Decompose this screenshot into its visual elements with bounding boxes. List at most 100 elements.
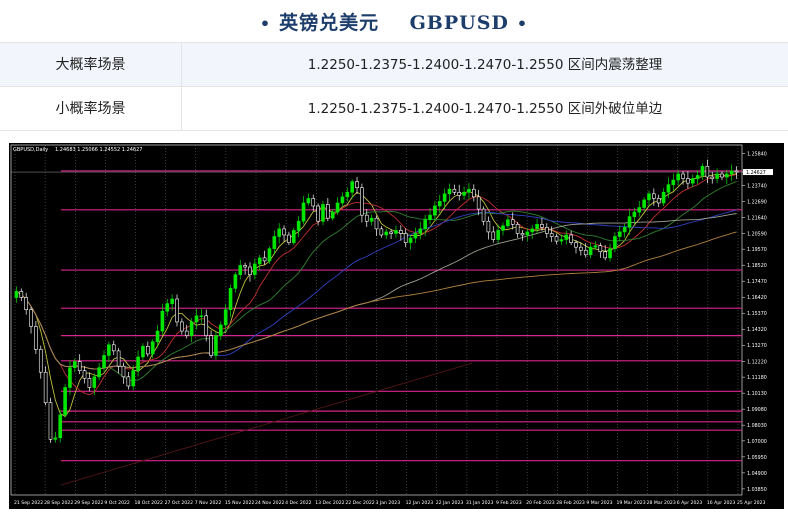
chart-axes: 21 Sep 2022 28 Sep 2022 29 Sep 2022 9 Oct 2… [14, 152, 773, 506]
price-axis-label: 1.03850 [747, 487, 767, 493]
candle-body [199, 315, 204, 317]
candle-body [603, 251, 607, 259]
candle-body [223, 309, 228, 326]
candle-body [146, 346, 150, 355]
candle-body [24, 297, 28, 311]
candle-body [102, 355, 106, 368]
candle-body [452, 188, 457, 193]
candle-body [175, 298, 179, 323]
candle-body [540, 224, 544, 228]
chart-symbol-label: GBPUSD,Daily [13, 147, 48, 153]
candle-body [141, 346, 145, 358]
price-axis-label: 1.05950 [747, 455, 767, 461]
candle-body [272, 236, 277, 250]
candle-body [418, 228, 423, 234]
candle-body [87, 378, 92, 388]
candle-body [437, 201, 442, 207]
candle-body [617, 231, 622, 237]
price-axis-label: 1.11180 [747, 375, 767, 381]
candle-body [107, 344, 111, 356]
candle-body [287, 234, 291, 243]
moving-average-line [16, 181, 737, 382]
candle-body [194, 315, 199, 323]
candle-body [481, 208, 486, 222]
candle-body [530, 228, 535, 233]
candle-body [136, 356, 140, 372]
candle-body [496, 230, 500, 240]
date-axis-label: 7 Nov 2022 [195, 500, 222, 506]
candle-body [243, 265, 247, 268]
candle-body [583, 249, 588, 256]
price-chart: 21 Sep 2022 28 Sep 2022 29 Sep 2022 9 Oct 2… [9, 143, 784, 509]
candle-body [423, 219, 427, 230]
candle-body [579, 246, 583, 251]
candle-body [257, 257, 262, 265]
candle-body [53, 437, 58, 440]
price-axis-label: 1.10130 [747, 391, 767, 397]
candle-body [384, 231, 389, 236]
candle-body [306, 198, 311, 204]
candle-body [253, 263, 257, 275]
candle-body [345, 191, 350, 198]
moving-average-line [16, 213, 737, 370]
candle-body [34, 326, 38, 350]
candle-body [296, 220, 301, 231]
date-axis-label: 31 Jan 2023 [466, 500, 494, 506]
candle-body [690, 178, 695, 184]
price-axis-label: 1.18520 [747, 263, 767, 269]
candle-body [155, 330, 160, 343]
candle-body [170, 298, 174, 304]
price-axis-label: 1.17470 [747, 279, 767, 285]
date-axis-label: 16 Apr 2023 [707, 500, 735, 506]
price-chart-canvas: 21 Sep 2022 28 Sep 2022 29 Sep 2022 9 Oct 2… [10, 144, 773, 506]
candle-body [209, 335, 213, 356]
candle-body [262, 257, 267, 262]
candle-body [73, 361, 77, 368]
date-axis-label: 28 Mar 2023 [647, 500, 676, 506]
candle-body [559, 239, 564, 242]
candle-body [131, 370, 136, 387]
price-axis-label: 1.04900 [747, 471, 767, 477]
candle-body [608, 248, 612, 259]
candle-body [705, 166, 710, 178]
date-axis-label: 13 Dec 2022 [315, 500, 344, 506]
candle-body [369, 217, 374, 222]
date-axis-label: 4 Dec 2022 [285, 500, 312, 506]
candle-body [160, 310, 165, 332]
candle-body [710, 176, 715, 179]
candle-body [184, 330, 189, 336]
trend-guide-line [60, 362, 473, 486]
candle-body [569, 234, 573, 243]
candle-body [311, 198, 316, 207]
candle-body [734, 170, 739, 173]
date-axis-label: 20 Feb 2023 [526, 500, 555, 506]
candle-body [48, 402, 53, 440]
candle-body [647, 193, 651, 201]
candle-body [330, 211, 335, 219]
candle-body [510, 219, 515, 225]
candle-body [715, 173, 719, 179]
date-axis-label: 28 Sep 2022 [44, 500, 73, 506]
candle-body [68, 367, 72, 388]
date-axis-label: 29 Sep 2022 [74, 500, 103, 506]
candle-body [725, 173, 729, 178]
title-name: 英镑兑美元 [279, 12, 380, 34]
candle-body [340, 196, 345, 204]
scenario-value: 1.2250-1.2375-1.2400-1.2470-1.2550 区间内震荡… [307, 57, 663, 73]
price-axis-label: 1.22690 [747, 200, 767, 206]
candle-body [355, 181, 359, 189]
candle-body [111, 344, 116, 352]
chart-grid [10, 144, 743, 496]
candle-body [442, 193, 447, 202]
candle-body [277, 228, 281, 237]
candle-body [116, 350, 121, 367]
candle-body [403, 233, 408, 243]
title-bullet-right: • [516, 14, 529, 33]
candle-body [316, 205, 320, 222]
candle-body [218, 324, 223, 336]
candle-body [121, 365, 126, 378]
candle-body [593, 245, 598, 248]
date-axis-label: 22 Jan 2023 [436, 500, 464, 506]
candle-body [632, 211, 637, 217]
title-symbol: GBPUSD [409, 12, 509, 34]
